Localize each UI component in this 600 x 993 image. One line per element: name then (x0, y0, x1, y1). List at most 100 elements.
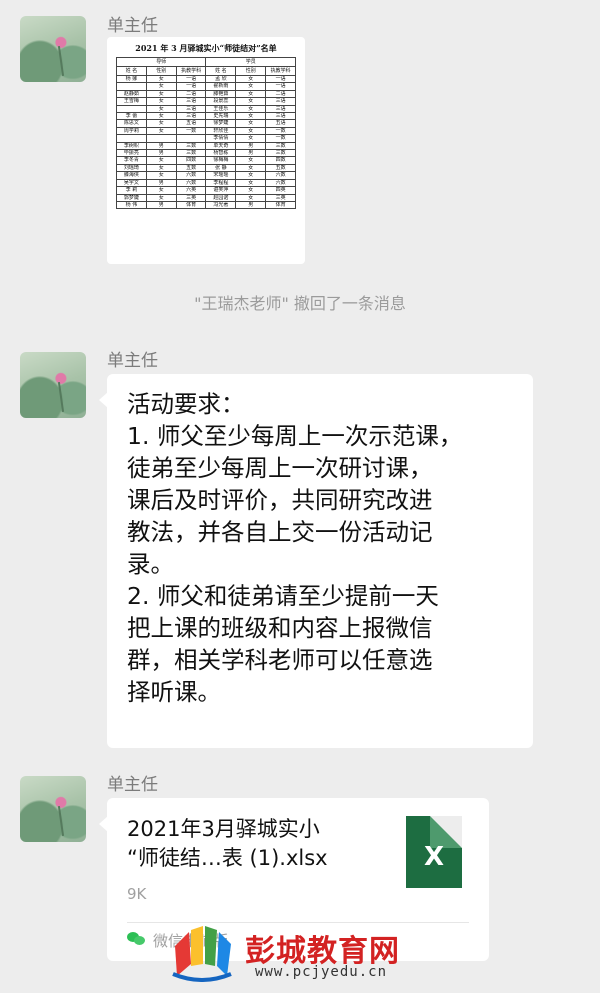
roster-column-header: 姓 名性别 执教学科姓 名性别 执教学科 (116, 66, 296, 76)
table-cell: 三语 (175, 104, 207, 114)
table-cell: 女 (235, 186, 267, 195)
wechat-icon (127, 932, 145, 946)
table-cell: 女 (145, 97, 177, 106)
sender-name: 单主任 (107, 775, 158, 795)
table-cell: 女 (235, 193, 267, 202)
table-cell: 杨 伟 (116, 200, 147, 210)
table-row: 女一语 翟新雨女一语 (116, 82, 296, 91)
table-cell (175, 134, 207, 143)
table-cell: 宋瑶瑶 (205, 171, 237, 180)
table-cell: 一语 (175, 82, 207, 91)
table-cell: 四英 (265, 186, 296, 195)
table-cell: 三英 (265, 193, 296, 202)
text-line: 课后及时评价，共同研究改进 (127, 486, 433, 514)
table-cell: 女 (235, 89, 267, 99)
table-row: 周学莉女一数 轩欣佳女一数 (116, 126, 296, 136)
table-cell: 赵园诺 (205, 193, 237, 202)
table-cell: 女 (235, 112, 267, 121)
table-row: 杨 伟男体育 冯光著男体育 (116, 200, 296, 210)
table-cell: 女 (235, 74, 267, 84)
table-cell: 女 (235, 104, 267, 114)
table-cell: 三语 (175, 112, 207, 121)
text-line: 录。 (127, 550, 174, 578)
table-cell: 女 (145, 74, 177, 84)
table-cell: 三语 (265, 112, 296, 121)
table-cell: 女 (145, 186, 177, 195)
table-row: 吴宇文男六数 李程程女六数 (116, 178, 296, 188)
table-cell: 男 (235, 200, 267, 210)
table-row: 毕振亮男三数 杨智栋男三数 (116, 149, 296, 158)
text-bubble[interactable]: 活动要求： 1. 师父至少每周上一次示范课， 徒弟至少每周上一次研讨课， 课后及… (99, 374, 533, 748)
table-row: 李冬青女四数 徐梅梅女四数 (116, 156, 296, 165)
table-cell: 女 (145, 82, 177, 91)
table-cell: 男 (145, 178, 177, 188)
table-cell: 女 (235, 171, 267, 180)
excel-icon-letter: X (423, 842, 445, 872)
table-cell: 徐梅梅 (205, 156, 237, 165)
table-cell: 六数 (175, 171, 207, 180)
table-cell: 四数 (175, 156, 207, 165)
table-cell: 女 (145, 156, 177, 165)
avatar[interactable] (20, 16, 86, 82)
table-cell: 李树帜 (116, 141, 147, 151)
text-line: 教法，并各自上交一份活动记 (127, 518, 433, 546)
roster-title: 2021 年 3 月驿城实小“师徒结对”名单 (135, 43, 277, 53)
avatar[interactable] (20, 352, 86, 418)
table-cell: 史先瑞 (205, 112, 237, 121)
table-cell: 六英 (175, 186, 207, 195)
table-cell: 陈思文 (116, 119, 147, 128)
table-cell: 王雪梅 (116, 97, 147, 106)
table-cell: 李程程 (205, 178, 237, 188)
sender-name: 单主任 (107, 351, 158, 371)
table-cell: 李 蕾 (116, 112, 147, 121)
table-cell: 女 (235, 163, 267, 173)
table-row: 李倩倩女一数 (116, 134, 296, 143)
table-cell: 六数 (265, 178, 296, 188)
roster-table: 导师 学员姓 名性别 执教学科姓 名性别 执教学科杨 娜女一语孟 欣女一语女一语 翟新雨… (115, 57, 296, 210)
table-cell: 一语 (265, 82, 296, 91)
text-line: 择听课。 (127, 678, 221, 706)
table-cell: 三语 (175, 97, 207, 106)
book-logo-icon (172, 926, 232, 982)
table-cell: 女 (145, 193, 177, 202)
text-line: 2. 师父和徒弟请至少提前一天 (127, 582, 439, 610)
avatar[interactable] (20, 776, 86, 842)
table-row: 王雪梅女三语 段景蕊女三语 (116, 97, 296, 106)
text-line: 活动要求： (127, 390, 245, 418)
table-cell: 女 (235, 119, 267, 128)
table-cell: 女 (145, 126, 177, 136)
text-line: 1. 师父至少每周上一次示范课， (127, 422, 463, 450)
table-cell: 赵静茹 (116, 89, 147, 99)
table-cell: 女 (235, 82, 267, 91)
table-cell: 男 (145, 200, 177, 210)
table-cell: 王佳乐 (205, 104, 237, 114)
table-cell: 毕振亮 (116, 149, 147, 158)
table-cell: 六数 (265, 171, 296, 180)
bubble-tail (99, 816, 108, 832)
table-cell: 冯光著 (205, 200, 237, 210)
bubble-tail (99, 392, 108, 408)
roster-header-cell: 执教学科 (175, 66, 207, 76)
roster-image[interactable]: 2021 年 3 月驿城实小“师徒结对”名单 导师 学员姓 名性别 执教学科姓 名性… (107, 37, 305, 264)
table-cell: 女 (145, 89, 177, 99)
table-cell: 男 (145, 141, 177, 151)
table-cell: 女 (235, 134, 267, 143)
table-cell: 二语 (265, 89, 296, 99)
table-cell: 刘瑶琦 (116, 163, 147, 173)
text-line: 把上课的班级和内容上报微信 (127, 614, 433, 642)
table-cell: 女 (235, 156, 267, 165)
table-cell: 单天奇 (205, 141, 237, 151)
table-cell: 女 (145, 104, 177, 114)
table-cell: 一语 (265, 74, 296, 84)
table-row: 陈思文女五语 徐梦婕女五语 (116, 119, 296, 128)
table-cell: 女 (145, 171, 177, 180)
table-cell: 段景蕊 (205, 97, 237, 106)
table-cell: 三数 (265, 141, 296, 151)
table-cell: 女 (145, 163, 177, 173)
text-line: 群，相关学科老师可以任意选 (127, 646, 433, 674)
file-name: 2021年3月驿城实小 “师徒结…表 (1).xlsx (127, 815, 377, 873)
roster-header-cell: 姓 名 (205, 66, 237, 76)
table-cell: 女 (235, 178, 267, 188)
table-cell: 六数 (175, 178, 207, 188)
table-cell (116, 82, 147, 91)
